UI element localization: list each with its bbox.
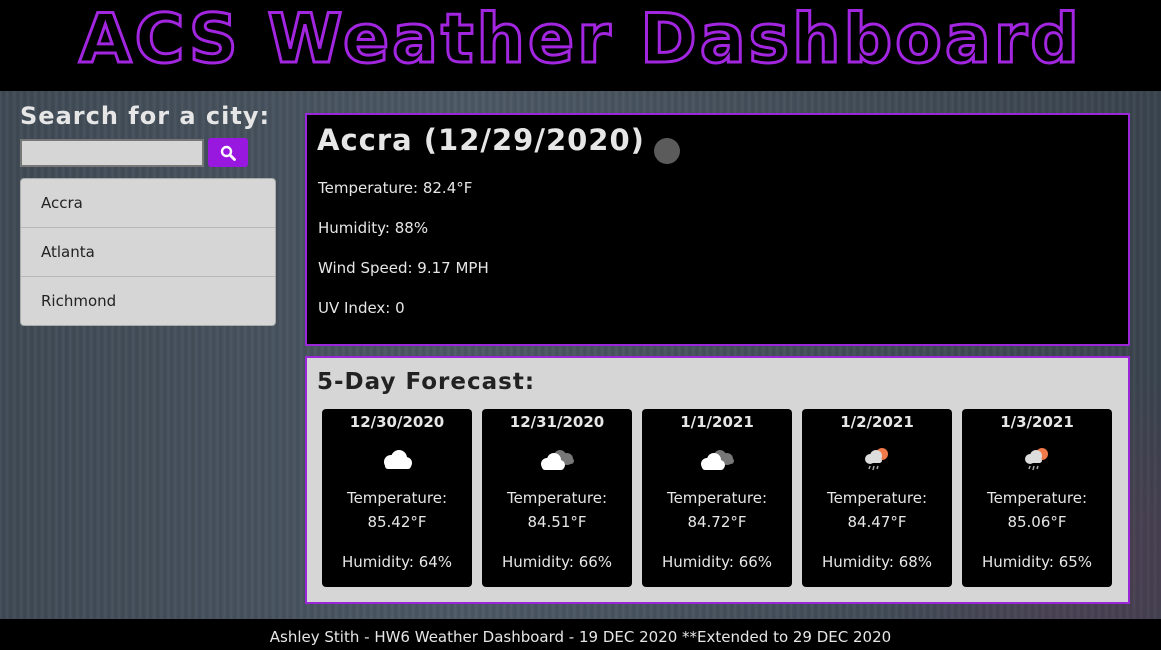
sun-rain-icon: [962, 435, 1112, 485]
footer-text: Ashley Stith - HW6 Weather Dashboard - 1…: [269, 628, 892, 646]
page-title: ACS Weather Dashboard: [78, 0, 1082, 79]
forecast-card: 1/1/2021 Temperature: 84.72°F Humidity: …: [642, 409, 792, 587]
forecast-card: 1/2/2021 Temperature: 84.47°F Humidity: …: [802, 409, 952, 587]
loading-indicator-icon: [654, 138, 680, 164]
forecast-cards: 12/30/2020 Temperature: 85.42°F Humidity…: [322, 409, 1122, 587]
forecast-temp: 84.47°F: [847, 513, 907, 531]
current-temperature: Temperature: 82.4°F: [318, 179, 473, 197]
forecast-card: 12/30/2020 Temperature: 85.42°F Humidity…: [322, 409, 472, 587]
sun-rain-icon: [802, 435, 952, 485]
current-humidity: Humidity: 88%: [318, 219, 429, 237]
forecast-humidity: Humidity: 66%: [501, 553, 613, 571]
page-header: ACS Weather Dashboard: [0, 0, 1161, 91]
cloud-icon: [322, 435, 472, 485]
history-item-accra[interactable]: Accra: [21, 179, 275, 228]
current-weather-panel: Accra (12/29/2020) Temperature: 82.4°F H…: [305, 113, 1130, 346]
forecast-temp: 84.51°F: [527, 513, 587, 531]
search-button[interactable]: [208, 138, 248, 167]
forecast-card: 12/31/2020 Temperature: 84.51°F Humidity…: [482, 409, 632, 587]
forecast-temp-label: Temperature:: [986, 489, 1088, 507]
forecast-card: 1/3/2021 Temperature: 85.06°F Humidity: …: [962, 409, 1112, 587]
search-row: [20, 138, 276, 167]
current-wind-speed: Wind Speed: 9.17 MPH: [318, 259, 489, 277]
forecast-temp-label: Temperature:: [826, 489, 928, 507]
search-icon: [220, 145, 236, 161]
broken-clouds-icon: [482, 435, 632, 485]
forecast-date: 12/30/2020: [349, 413, 445, 431]
search-history-list: Accra Atlanta Richmond: [20, 178, 276, 326]
forecast-temp: 85.06°F: [1007, 513, 1067, 531]
current-uv-index: UV Index: 0: [318, 299, 405, 317]
city-search-input[interactable]: [20, 138, 204, 167]
history-item-richmond[interactable]: Richmond: [21, 277, 275, 325]
forecast-humidity: Humidity: 65%: [981, 553, 1093, 571]
history-item-atlanta[interactable]: Atlanta: [21, 228, 275, 277]
search-label: Search for a city:: [20, 102, 271, 130]
broken-clouds-icon: [642, 435, 792, 485]
page-footer: Ashley Stith - HW6 Weather Dashboard - 1…: [0, 619, 1161, 650]
forecast-humidity: Humidity: 64%: [341, 553, 453, 571]
forecast-humidity: Humidity: 66%: [661, 553, 773, 571]
forecast-temp-label: Temperature:: [506, 489, 608, 507]
forecast-date: 1/2/2021: [840, 413, 914, 431]
forecast-temp: 84.72°F: [687, 513, 747, 531]
forecast-date: 12/31/2020: [509, 413, 605, 431]
forecast-title: 5-Day Forecast:: [317, 369, 536, 395]
sidebar: Search for a city: Accra Atlanta Richmon…: [20, 100, 276, 326]
forecast-panel: 5-Day Forecast: 12/30/2020 Temperature: …: [305, 356, 1130, 604]
forecast-humidity: Humidity: 68%: [821, 553, 933, 571]
forecast-date: 1/1/2021: [680, 413, 754, 431]
forecast-temp: 85.42°F: [367, 513, 427, 531]
current-city-title: Accra (12/29/2020): [317, 123, 645, 157]
forecast-temp-label: Temperature:: [666, 489, 768, 507]
forecast-date: 1/3/2021: [1000, 413, 1074, 431]
forecast-temp-label: Temperature:: [346, 489, 448, 507]
